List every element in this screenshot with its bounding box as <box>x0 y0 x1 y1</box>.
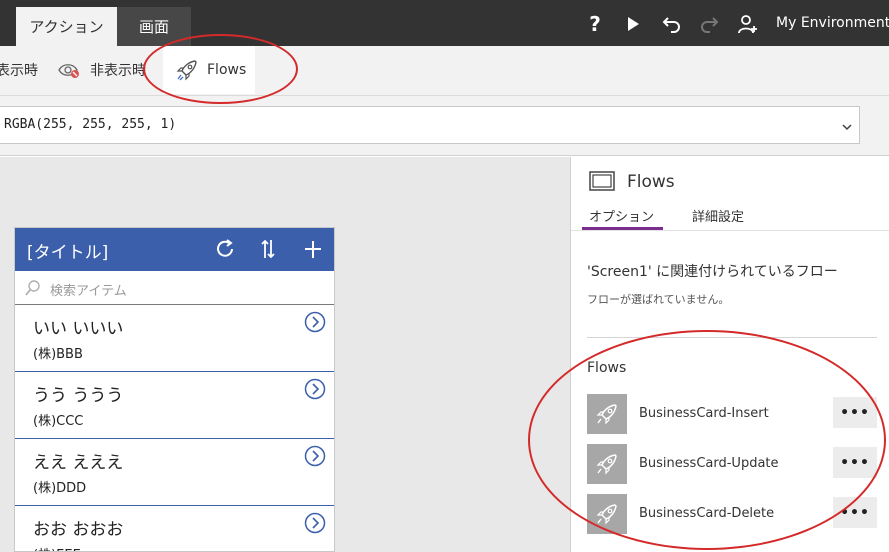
more-options-button[interactable]: ••• <box>833 447 877 478</box>
hidden-eye-icon <box>58 62 80 78</box>
list-item-subtitle: (株)BBB <box>33 347 83 362</box>
list-item-title: うう ううう <box>33 386 124 406</box>
rocket-icon <box>587 444 627 484</box>
chevron-right-icon[interactable] <box>304 512 326 538</box>
divider <box>587 337 877 338</box>
undo-icon[interactable] <box>661 11 683 37</box>
search-input[interactable]: 検索アイテム <box>50 280 127 299</box>
app-screen-preview[interactable]: [タイトル] 検索アイテム いい いいい (株)BBB うう ううう (株)CC… <box>14 227 335 552</box>
list-item-title: ええ えええ <box>33 453 124 473</box>
formula-input[interactable]: RGBA(255, 255, 255, 1) <box>0 106 860 144</box>
tab-advanced[interactable]: 詳細設定 <box>692 206 744 225</box>
design-canvas[interactable]: [タイトル] 検索アイテム いい いいい (株)BBB うう ううう (株)CC… <box>0 157 570 552</box>
top-bar: アクション 画面 ? My Environment <box>0 0 889 46</box>
flow-name: BusinessCard-Update <box>639 456 779 471</box>
search-bar[interactable]: 検索アイテム <box>15 271 334 305</box>
flow-item-update[interactable]: BusinessCard-Update ••• <box>587 444 885 484</box>
associated-flows-heading: 'Screen1' に関連付けられているフロー <box>587 264 838 280</box>
list-item-title: いい いいい <box>33 319 124 339</box>
chevron-down-icon[interactable] <box>841 118 853 137</box>
list-item[interactable]: うう ううう (株)CCC <box>15 372 334 439</box>
chevron-right-icon[interactable] <box>304 445 326 471</box>
sort-icon[interactable] <box>259 238 277 264</box>
flow-name: BusinessCard-Insert <box>639 406 769 421</box>
list-item[interactable]: いい いいい (株)BBB <box>15 305 334 372</box>
list-item-title: おお おおお <box>33 520 124 540</box>
app-title: [タイトル] <box>27 243 109 263</box>
help-icon[interactable]: ? <box>587 11 603 37</box>
flow-item-insert[interactable]: BusinessCard-Insert ••• <box>587 394 885 434</box>
tab-screen[interactable]: 画面 <box>117 7 191 46</box>
rocket-icon <box>587 494 627 534</box>
user-add-icon[interactable] <box>737 11 759 37</box>
panel-title: Flows <box>627 172 675 192</box>
ribbon-visible-button[interactable]: 表示時 <box>0 46 38 94</box>
associated-flows-empty: フローが選ばれていません。 <box>587 293 730 306</box>
list-item-subtitle: (株)EEE <box>33 544 81 551</box>
rocket-icon <box>587 394 627 434</box>
ribbon-flows-button[interactable]: Flows <box>163 46 255 94</box>
divider <box>571 230 889 231</box>
app-header: [タイトル] <box>15 228 334 271</box>
formula-bar: RGBA(255, 255, 255, 1) <box>0 96 889 156</box>
rocket-icon <box>175 58 199 82</box>
flow-item-delete[interactable]: BusinessCard-Delete ••• <box>587 494 885 534</box>
flows-section-label: Flows <box>587 360 627 376</box>
more-options-button[interactable]: ••• <box>833 397 877 428</box>
redo-icon[interactable] <box>698 11 720 37</box>
formula-value: RGBA(255, 255, 255, 1) <box>4 117 177 132</box>
tab-actions[interactable]: アクション <box>16 7 117 46</box>
environment-selector[interactable]: My Environment <box>776 15 889 31</box>
screen-icon <box>589 171 615 195</box>
flow-name: BusinessCard-Delete <box>639 506 775 521</box>
tab-options[interactable]: オプション <box>589 206 654 225</box>
add-icon[interactable] <box>303 238 323 264</box>
play-icon[interactable] <box>624 11 642 37</box>
search-icon <box>24 279 42 301</box>
list-item-subtitle: (株)DDD <box>33 481 87 496</box>
list-item-subtitle: (株)CCC <box>33 414 84 429</box>
more-options-button[interactable]: ••• <box>833 497 877 528</box>
chevron-right-icon[interactable] <box>304 378 326 404</box>
ribbon-hidden-button[interactable]: 非表示時 <box>58 46 146 94</box>
list-item[interactable]: ええ えええ (株)DDD <box>15 439 334 506</box>
list-item[interactable]: おお おおお (株)EEE <box>15 506 334 551</box>
ribbon: 表示時 非表示時 Flows <box>0 46 889 96</box>
flows-panel: Flows オプション 詳細設定 'Screen1' に関連付けられているフロー… <box>570 157 889 552</box>
chevron-right-icon[interactable] <box>304 311 326 337</box>
refresh-icon[interactable] <box>214 238 236 264</box>
